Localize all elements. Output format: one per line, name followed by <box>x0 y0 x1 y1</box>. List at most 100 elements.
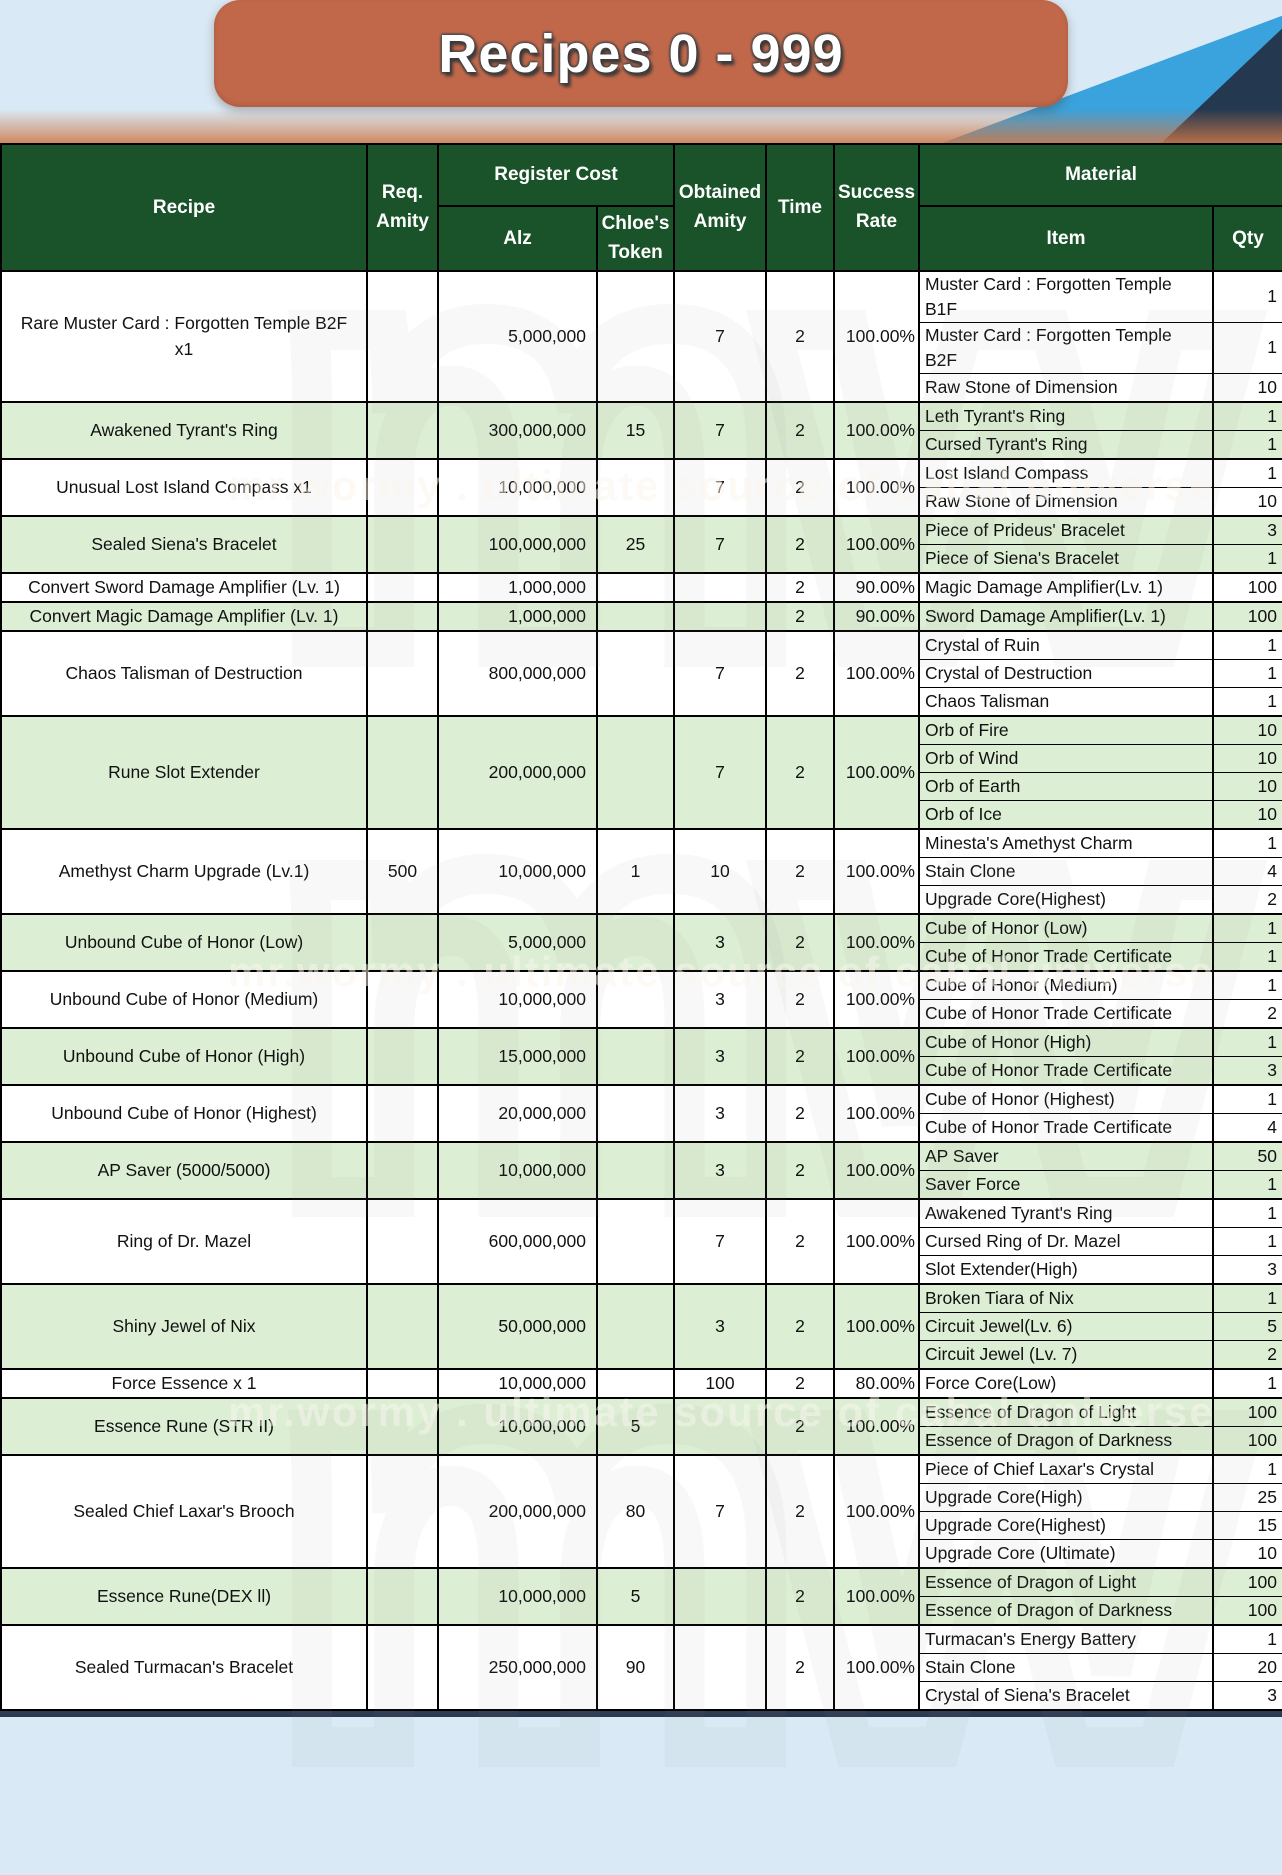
chloes-token-value <box>597 1028 674 1085</box>
material-qty: 1 <box>1213 1028 1282 1057</box>
chloes-token-value <box>597 1142 674 1199</box>
material-qty: 20 <box>1213 1653 1282 1681</box>
req-amity-value <box>367 631 438 716</box>
recipe-row: Chaos Talisman of Destruction800,000,000… <box>1 631 1282 660</box>
chloes-token-value <box>597 1369 674 1398</box>
recipe-name: Force Essence x 1 <box>1 1369 367 1398</box>
recipe-name: Awakened Tyrant's Ring <box>1 402 367 459</box>
time-value: 2 <box>766 459 834 516</box>
material-item: Stain Clone <box>919 1653 1213 1681</box>
chloes-token-value <box>597 271 674 402</box>
time-value: 2 <box>766 1568 834 1625</box>
recipe-row: Convert Magic Damage Amplifier (Lv. 1)1,… <box>1 602 1282 631</box>
time-value: 2 <box>766 829 834 914</box>
recipe-row: Sealed Siena's Bracelet100,000,000257210… <box>1 516 1282 545</box>
alz-cost-value: 600,000,000 <box>438 1199 597 1284</box>
alz-cost-value: 20,000,000 <box>438 1085 597 1142</box>
alz-cost-value: 10,000,000 <box>438 1398 597 1455</box>
req-amity-value <box>367 1199 438 1284</box>
chloes-token-value: 25 <box>597 516 674 573</box>
recipe-name: Unbound Cube of Honor (Medium) <box>1 971 367 1028</box>
recipe-row: Shiny Jewel of Nix50,000,00032100.00%Bro… <box>1 1284 1282 1313</box>
material-item: Slot Extender(High) <box>919 1255 1213 1284</box>
success-rate-value: 100.00% <box>834 971 919 1028</box>
recipe-row: Sealed Chief Laxar's Brooch200,000,00080… <box>1 1455 1282 1484</box>
success-rate-value: 100.00% <box>834 1085 919 1142</box>
success-rate-value: 100.00% <box>834 716 919 829</box>
time-value: 2 <box>766 716 834 829</box>
chloes-token-value <box>597 716 674 829</box>
material-item: Crystal of Siena's Bracelet <box>919 1681 1213 1710</box>
recipe-row: Force Essence x 110,000,000100280.00%For… <box>1 1369 1282 1398</box>
material-qty: 10 <box>1213 716 1282 745</box>
chloes-token-value: 5 <box>597 1568 674 1625</box>
alz-cost-value: 200,000,000 <box>438 716 597 829</box>
success-rate-value: 100.00% <box>834 1625 919 1710</box>
obtained-amity-value: 7 <box>674 271 766 402</box>
chloes-token-value <box>597 459 674 516</box>
obtained-amity-value: 7 <box>674 1455 766 1568</box>
material-item: Cube of Honor Trade Certificate <box>919 999 1213 1028</box>
alz-cost-value: 10,000,000 <box>438 1142 597 1199</box>
recipe-name: Rare Muster Card : Forgotten Temple B2F … <box>1 271 367 402</box>
obtained-amity-value: 3 <box>674 914 766 971</box>
req-amity-value <box>367 1284 438 1369</box>
success-rate-value: 100.00% <box>834 271 919 402</box>
material-qty: 1 <box>1213 1455 1282 1484</box>
material-item: Minesta's Amethyst Charm <box>919 829 1213 858</box>
recipe-name: Unbound Cube of Honor (High) <box>1 1028 367 1085</box>
material-qty: 1 <box>1213 459 1282 488</box>
req-amity-value <box>367 1369 438 1398</box>
recipe-row: Unbound Cube of Honor (Medium)10,000,000… <box>1 971 1282 1000</box>
req-amity-value <box>367 971 438 1028</box>
material-item: Essence of Dragon of Darkness <box>919 1596 1213 1625</box>
obtained-amity-value: 3 <box>674 1142 766 1199</box>
obtained-amity-value: 7 <box>674 1199 766 1284</box>
obtained-amity-value: 7 <box>674 631 766 716</box>
success-rate-value: 90.00% <box>834 573 919 602</box>
recipe-row: Essence Rune (STR II)10,000,00052100.00%… <box>1 1398 1282 1427</box>
material-qty: 1 <box>1213 829 1282 858</box>
alz-cost-value: 50,000,000 <box>438 1284 597 1369</box>
material-qty: 1 <box>1213 1085 1282 1114</box>
recipe-name: Shiny Jewel of Nix <box>1 1284 367 1369</box>
material-qty: 10 <box>1213 1539 1282 1568</box>
material-item: Cube of Honor Trade Certificate <box>919 942 1213 971</box>
material-qty: 1 <box>1213 322 1282 373</box>
material-item: Essence of Dragon of Light <box>919 1398 1213 1427</box>
recipe-row: Essence Rune(DEX ll)10,000,00052100.00%E… <box>1 1568 1282 1597</box>
success-rate-value: 100.00% <box>834 1284 919 1369</box>
chloes-token-value <box>597 1199 674 1284</box>
obtained-amity-value <box>674 602 766 631</box>
header-material: Material <box>919 144 1282 206</box>
page-title: Recipes 0 - 999 <box>438 23 843 85</box>
req-amity-value <box>367 573 438 602</box>
material-qty: 1 <box>1213 914 1282 943</box>
material-item: Saver Force <box>919 1170 1213 1199</box>
time-value: 2 <box>766 1369 834 1398</box>
material-qty: 1 <box>1213 1625 1282 1654</box>
obtained-amity-value <box>674 1568 766 1625</box>
material-item: Muster Card : Forgotten Temple B1F <box>919 271 1213 323</box>
alz-cost-value: 300,000,000 <box>438 402 597 459</box>
success-rate-value: 80.00% <box>834 1369 919 1398</box>
time-value: 2 <box>766 573 834 602</box>
header-obtained-amity: Obtained Amity <box>674 144 766 271</box>
req-amity-value <box>367 914 438 971</box>
recipe-name: Chaos Talisman of Destruction <box>1 631 367 716</box>
material-item: Muster Card : Forgotten Temple B2F <box>919 322 1213 373</box>
chloes-token-value <box>597 573 674 602</box>
recipe-name: Sealed Chief Laxar's Brooch <box>1 1455 367 1568</box>
obtained-amity-value: 3 <box>674 971 766 1028</box>
time-value: 2 <box>766 971 834 1028</box>
material-qty: 10 <box>1213 487 1282 516</box>
material-qty: 100 <box>1213 573 1282 602</box>
recipe-row: AP Saver (5000/5000)10,000,00032100.00%A… <box>1 1142 1282 1171</box>
recipe-name: Unusual Lost Island Compass x1 <box>1 459 367 516</box>
obtained-amity-value: 3 <box>674 1028 766 1085</box>
recipe-name: Unbound Cube of Honor (Low) <box>1 914 367 971</box>
material-qty: 15 <box>1213 1511 1282 1539</box>
obtained-amity-value <box>674 573 766 602</box>
req-amity-value <box>367 271 438 402</box>
material-item: Orb of Wind <box>919 744 1213 772</box>
